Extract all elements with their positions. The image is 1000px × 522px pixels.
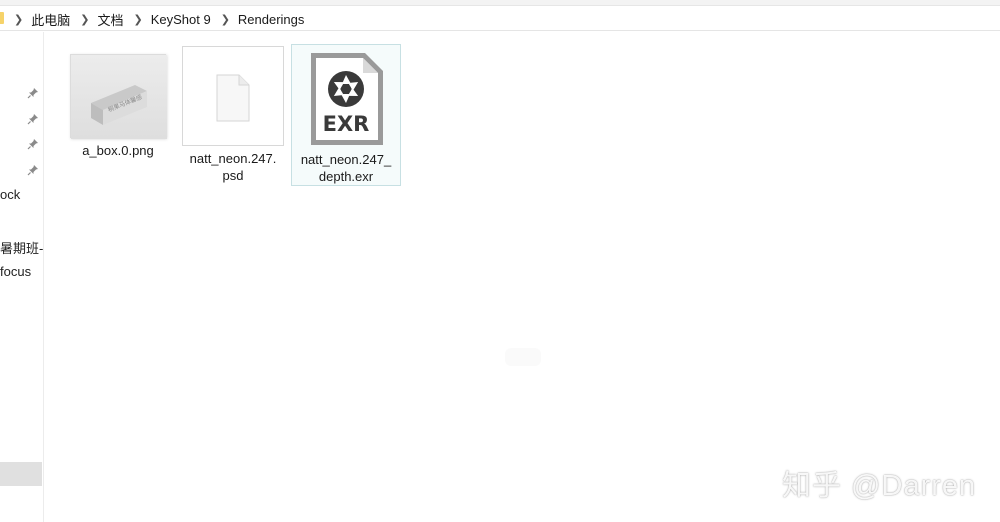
watermark: 知乎 @Darren	[782, 470, 977, 502]
pin-icon[interactable]	[27, 113, 39, 125]
breadcrumb-keyshot[interactable]: KeyShot 9	[151, 12, 211, 27]
exr-file-icon: EXR	[307, 51, 385, 147]
address-bar[interactable]: ❯ 此电脑 ❯ 文档 ❯ KeyShot 9 ❯ Renderings	[0, 7, 1000, 31]
exr-icon-text: EXR	[323, 112, 370, 136]
file-name: natt_neon.247_ depth.exr	[300, 152, 392, 184]
file-item-psd[interactable]: natt_neon.247. psd	[178, 46, 288, 184]
nav-item-selected[interactable]	[0, 462, 42, 486]
file-item-png[interactable]: 桐果马体馨感 a_box.0.png	[63, 54, 173, 159]
file-name: a_box.0.png	[82, 143, 154, 158]
breadcrumb: ❯ 此电脑 ❯ 文档 ❯ KeyShot 9 ❯ Renderings	[14, 7, 314, 31]
file-name: natt_neon.247. psd	[189, 151, 277, 183]
breadcrumb-documents[interactable]: 文档	[97, 10, 123, 29]
psd-file-icon	[182, 46, 284, 146]
chevron-right-icon[interactable]: ❯	[80, 13, 89, 26]
folder-icon	[0, 12, 4, 24]
navigation-pane: ock 暑期班- focus	[0, 32, 44, 522]
pin-icon[interactable]	[27, 164, 39, 176]
nav-item-summer-class[interactable]: 暑期班-	[0, 238, 43, 257]
nav-item-focus[interactable]: focus	[0, 264, 31, 279]
file-item-exr[interactable]: EXR natt_neon.247_ depth.exr	[291, 44, 401, 186]
chevron-right-icon[interactable]: ❯	[221, 13, 230, 26]
title-strip	[0, 0, 1000, 6]
png-thumbnail: 桐果马体馨感	[70, 54, 167, 139]
chevron-right-icon[interactable]: ❯	[133, 13, 142, 26]
pin-icon[interactable]	[27, 87, 39, 99]
breadcrumb-renderings[interactable]: Renderings	[238, 12, 305, 27]
pin-icon[interactable]	[27, 138, 39, 150]
nav-item-ock[interactable]: ock	[0, 187, 20, 202]
chevron-right-icon[interactable]: ❯	[14, 13, 23, 26]
file-list: 桐果马体馨感 a_box.0.png natt_neon.247. psd EX…	[45, 32, 1000, 522]
background-smudge	[505, 348, 541, 366]
breadcrumb-this-pc[interactable]: 此电脑	[31, 10, 70, 29]
